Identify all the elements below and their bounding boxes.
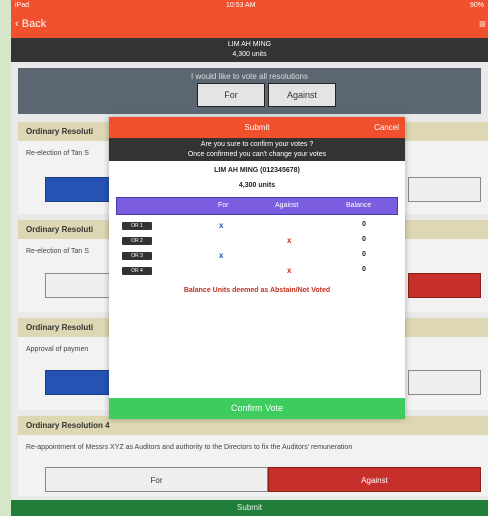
back-button[interactable]: ‹ Back <box>15 18 46 30</box>
voter-name: LIM AH MING <box>227 41 272 48</box>
resolution-tag: OR 2 <box>122 237 152 245</box>
warning-line-1: Are you sure to confirm your votes ? <box>200 141 314 148</box>
dialog-voter-name: LIM AH MING (012345678) <box>214 167 300 174</box>
against-button[interactable]: Against <box>268 467 481 492</box>
back-label: Back <box>21 18 47 30</box>
chevron-left-icon: ‹ <box>15 18 19 30</box>
confirm-dialog: Submit Cancel Are you sure to confirm yo… <box>109 117 405 419</box>
against-button[interactable] <box>408 370 481 395</box>
balance-value: 0 <box>362 221 366 228</box>
battery-level: 90% <box>469 2 484 9</box>
resolution-tag: OR 4 <box>122 267 152 275</box>
status-bar: iPad 10:53 AM 90% <box>11 0 488 13</box>
balance-note: Balance Units deemed as Abstain/Not Vote… <box>183 287 331 294</box>
nav-bar: ‹ Back ≡ <box>11 13 488 38</box>
balance-value: 0 <box>362 236 366 243</box>
column-against: Against <box>275 202 299 209</box>
against-mark: x <box>287 236 292 245</box>
cancel-button[interactable]: Cancel <box>374 123 399 132</box>
dialog-warning: Are you sure to confirm your votes ? Onc… <box>109 138 405 161</box>
column-balance: Balance <box>346 202 372 209</box>
vote-row: OR 3 x 0 <box>116 250 398 264</box>
resolution-desc: Re-appointment of Messrs XYZ as Auditors… <box>26 444 353 451</box>
vote-all-for-button[interactable]: For <box>197 83 265 107</box>
dialog-header: Submit Cancel <box>109 117 405 138</box>
voter-bar: LIM AH MING 4,300 units <box>11 38 488 62</box>
against-button[interactable] <box>408 273 481 298</box>
vote-all-prompt: I would like to vote all resolutions <box>191 72 308 81</box>
for-button[interactable]: For <box>45 467 268 492</box>
device-label: iPad <box>15 2 30 9</box>
against-button[interactable] <box>408 177 481 202</box>
vote-row: OR 2 x 0 <box>116 235 398 249</box>
resolution-tag: OR 3 <box>122 252 152 260</box>
for-mark: x <box>219 251 224 260</box>
for-mark: x <box>219 221 224 230</box>
vote-table-header: For Against Balance <box>116 197 398 215</box>
resolution-4: Ordinary Resolution 4 Re-appointment of … <box>18 416 488 496</box>
against-mark: x <box>287 266 292 275</box>
balance-value: 0 <box>362 266 366 273</box>
submit-button[interactable]: Submit <box>11 500 488 516</box>
vote-row: OR 1 x 0 <box>116 220 398 234</box>
dialog-voter-units: 4,300 units <box>238 182 276 189</box>
warning-line-2: Once confirmed you can't change your vot… <box>187 151 327 158</box>
vote-row: OR 4 x 0 <box>116 265 398 279</box>
resolution-tag: OR 1 <box>122 222 152 230</box>
column-for: For <box>218 202 229 209</box>
confirm-vote-button[interactable]: Confirm Vote <box>109 398 405 419</box>
menu-icon[interactable]: ≡ <box>479 17 486 31</box>
dialog-title: Submit <box>244 123 270 132</box>
vote-all-panel: I would like to vote all resolutions For… <box>18 68 481 114</box>
balance-value: 0 <box>362 251 366 258</box>
voter-units: 4,300 units <box>232 51 267 58</box>
vote-all-against-button[interactable]: Against <box>268 83 336 107</box>
status-time: 10:53 AM <box>226 2 256 9</box>
